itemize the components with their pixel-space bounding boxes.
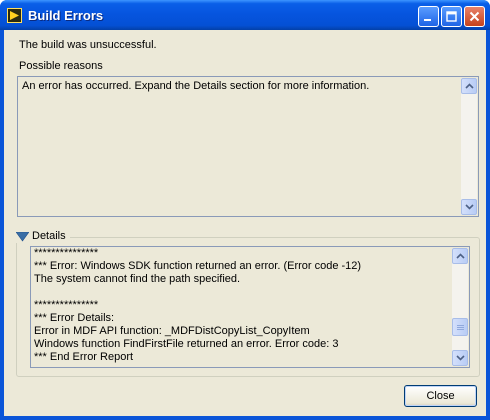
chevron-up-icon [456,253,465,259]
triangle-down-icon [16,231,29,242]
minimize-icon [424,19,431,21]
reasons-scrollbar[interactable] [461,78,477,215]
possible-reasons-textbox[interactable]: An error has occurred. Expand the Detail… [17,76,479,217]
app-icon[interactable] [7,8,22,23]
details-line: Error in MDF API function: _MDFDistCopyL… [34,325,310,337]
chevron-down-icon [456,355,465,361]
close-button[interactable]: Close [404,385,477,407]
details-label: Details [32,230,66,242]
details-toggle[interactable]: Details [16,229,70,243]
dialog-client: The build was unsuccessful. Possible rea… [4,30,486,416]
build-errors-window: Build Errors The build was unsuccessful.… [0,0,490,420]
title-bar[interactable]: Build Errors [0,0,490,30]
details-line: *************** [34,299,99,311]
maximize-button[interactable] [441,6,462,27]
window-title: Build Errors [28,8,104,23]
chevron-down-icon [465,204,474,210]
details-lines: *************** *** Error: Windows SDK f… [34,247,361,364]
details-line [34,286,361,299]
possible-reasons-label: Possible reasons [19,60,103,72]
scroll-thumb[interactable] [452,318,468,336]
possible-reasons-text: An error has occurred. Expand the Detail… [22,80,370,92]
scroll-down-button[interactable] [461,199,477,215]
build-message: The build was unsuccessful. [19,39,157,51]
details-line: *** Error Details: [34,312,115,324]
scroll-down-button[interactable] [452,350,468,366]
details-line: *** Error: Windows SDK function returned… [34,260,362,272]
details-scrollbar[interactable] [452,248,468,366]
details-textbox[interactable]: *************** *** Error: Windows SDK f… [30,246,470,368]
scroll-up-button[interactable] [461,78,477,94]
chevron-up-icon [465,83,474,89]
details-line: The system cannot find the path specifie… [34,273,241,285]
details-line: *** End Error Report [34,351,134,363]
scroll-up-button[interactable] [452,248,468,264]
minimize-button[interactable] [418,6,439,27]
maximize-icon [446,11,457,22]
close-x-icon [469,11,480,22]
close-window-button[interactable] [464,6,485,27]
details-line: *************** [34,247,99,259]
details-line: Windows function FindFirstFile returned … [34,338,339,350]
